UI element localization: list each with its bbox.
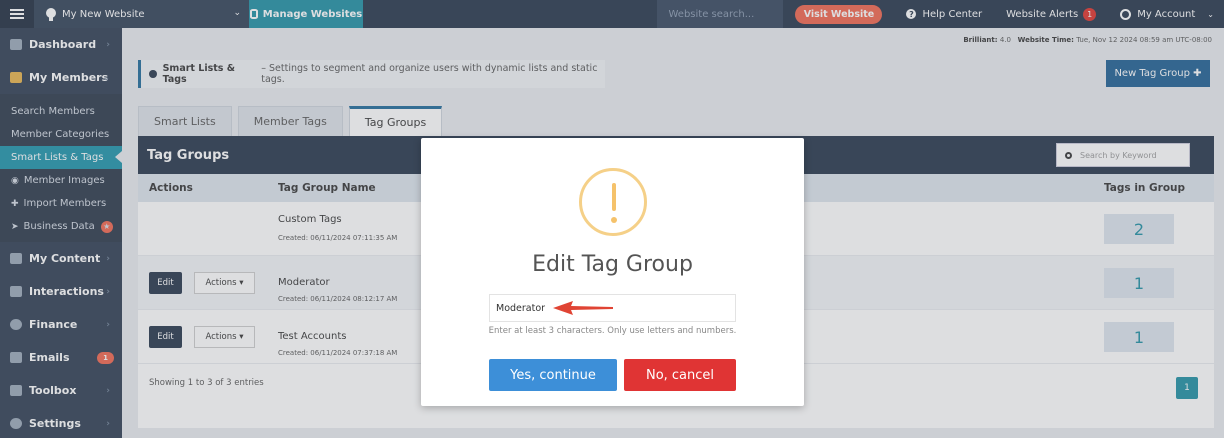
confirm-button[interactable]: Yes, continue bbox=[489, 359, 617, 391]
dialog-title: Edit Tag Group bbox=[532, 252, 693, 277]
red-arrow-icon bbox=[553, 301, 613, 315]
warning-icon bbox=[579, 168, 647, 236]
input-hint: Enter at least 3 characters. Only use le… bbox=[488, 326, 737, 336]
tag-group-name-value: Moderator bbox=[496, 302, 546, 314]
cancel-button[interactable]: No, cancel bbox=[624, 359, 736, 391]
edit-tag-group-dialog: Edit Tag Group Moderator Enter at least … bbox=[421, 138, 804, 406]
